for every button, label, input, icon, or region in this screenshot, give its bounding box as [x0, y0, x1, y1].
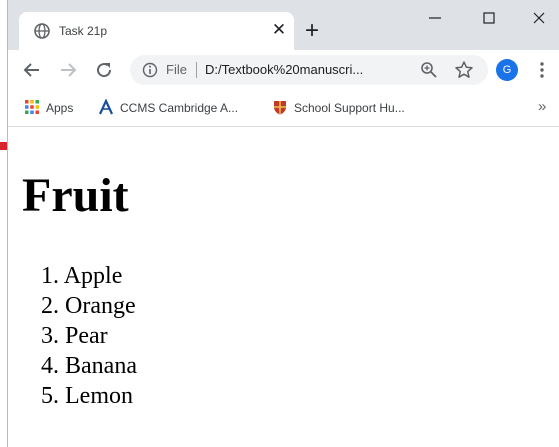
list-text: Orange: [65, 293, 136, 319]
bookmark-star-icon[interactable]: [454, 60, 474, 80]
browser-window: Task 21p ✕ + File D:/Textbook%20manuscri…: [7, 0, 559, 447]
list-number: 3.: [41, 323, 59, 349]
omnibox-divider: [196, 62, 197, 78]
close-window-button[interactable]: [522, 6, 556, 30]
list-item: 5. Lemon: [41, 381, 137, 411]
forward-button[interactable]: [56, 58, 80, 82]
shield-crest-icon: [274, 101, 286, 115]
close-tab-button[interactable]: ✕: [269, 20, 289, 40]
list-text: Banana: [65, 353, 137, 379]
title-bar: Task 21p ✕ +: [8, 0, 559, 50]
list-number: 1.: [41, 263, 59, 289]
bookmark-apps[interactable]: Apps: [24, 99, 84, 117]
list-number: 2.: [41, 293, 59, 319]
close-icon: [533, 12, 545, 24]
list-number: 4.: [41, 353, 59, 379]
more-menu-icon[interactable]: [534, 60, 550, 80]
globe-icon: [34, 23, 50, 39]
ccms-icon: [99, 99, 113, 115]
fruit-list: 1. Apple 2. Orange 3. Pear 4. Banana 5. …: [41, 261, 137, 411]
list-text: Apple: [63, 263, 123, 289]
browser-toolbar: File D:/Textbook%20manuscri... G: [8, 50, 559, 90]
maximize-button[interactable]: [472, 6, 506, 30]
tab-task-21p[interactable]: Task 21p ✕: [19, 12, 294, 50]
zoom-icon[interactable]: [420, 61, 438, 79]
file-scheme-label: File: [166, 62, 187, 77]
bookmark-label: Apps: [46, 101, 74, 115]
bookmark-label: School Support Hu...: [294, 101, 405, 115]
tab-title: Task 21p: [59, 24, 108, 38]
minimize-button[interactable]: [418, 6, 452, 30]
back-button[interactable]: [20, 58, 44, 82]
back-arrow-icon: [23, 63, 39, 77]
list-text: Lemon: [65, 383, 133, 409]
bookmarks-overflow-button[interactable]: »: [538, 98, 546, 115]
bookmark-school-support[interactable]: School Support Hu...: [272, 99, 437, 117]
reload-icon: [97, 63, 112, 78]
bookmarks-bar: Apps CCMS Cambridge A... School Support …: [8, 90, 559, 127]
page-heading: Fruit: [22, 169, 129, 222]
list-item: 3. Pear: [41, 321, 137, 351]
bookmark-label: CCMS Cambridge A...: [120, 101, 239, 115]
apps-grid-icon: [25, 100, 39, 114]
list-number: 5.: [41, 383, 59, 409]
forward-arrow-icon: [61, 63, 77, 77]
list-item: 2. Orange: [41, 291, 137, 321]
list-item: 4. Banana: [41, 351, 137, 381]
list-text: Pear: [65, 323, 108, 349]
minimize-icon: [429, 17, 441, 19]
url-text[interactable]: D:/Textbook%20manuscri...: [205, 62, 363, 77]
info-icon[interactable]: [142, 62, 158, 78]
maximize-icon: [483, 12, 495, 24]
profile-avatar[interactable]: G: [496, 59, 518, 81]
page-content: Fruit 1. Apple 2. Orange 3. Pear 4. Bana…: [8, 127, 559, 447]
address-bar[interactable]: File D:/Textbook%20manuscri...: [130, 55, 488, 85]
list-item: 1. Apple: [41, 261, 137, 291]
new-tab-button[interactable]: +: [300, 19, 324, 44]
reload-button[interactable]: [92, 58, 116, 82]
bookmark-ccms[interactable]: CCMS Cambridge A...: [98, 99, 258, 117]
